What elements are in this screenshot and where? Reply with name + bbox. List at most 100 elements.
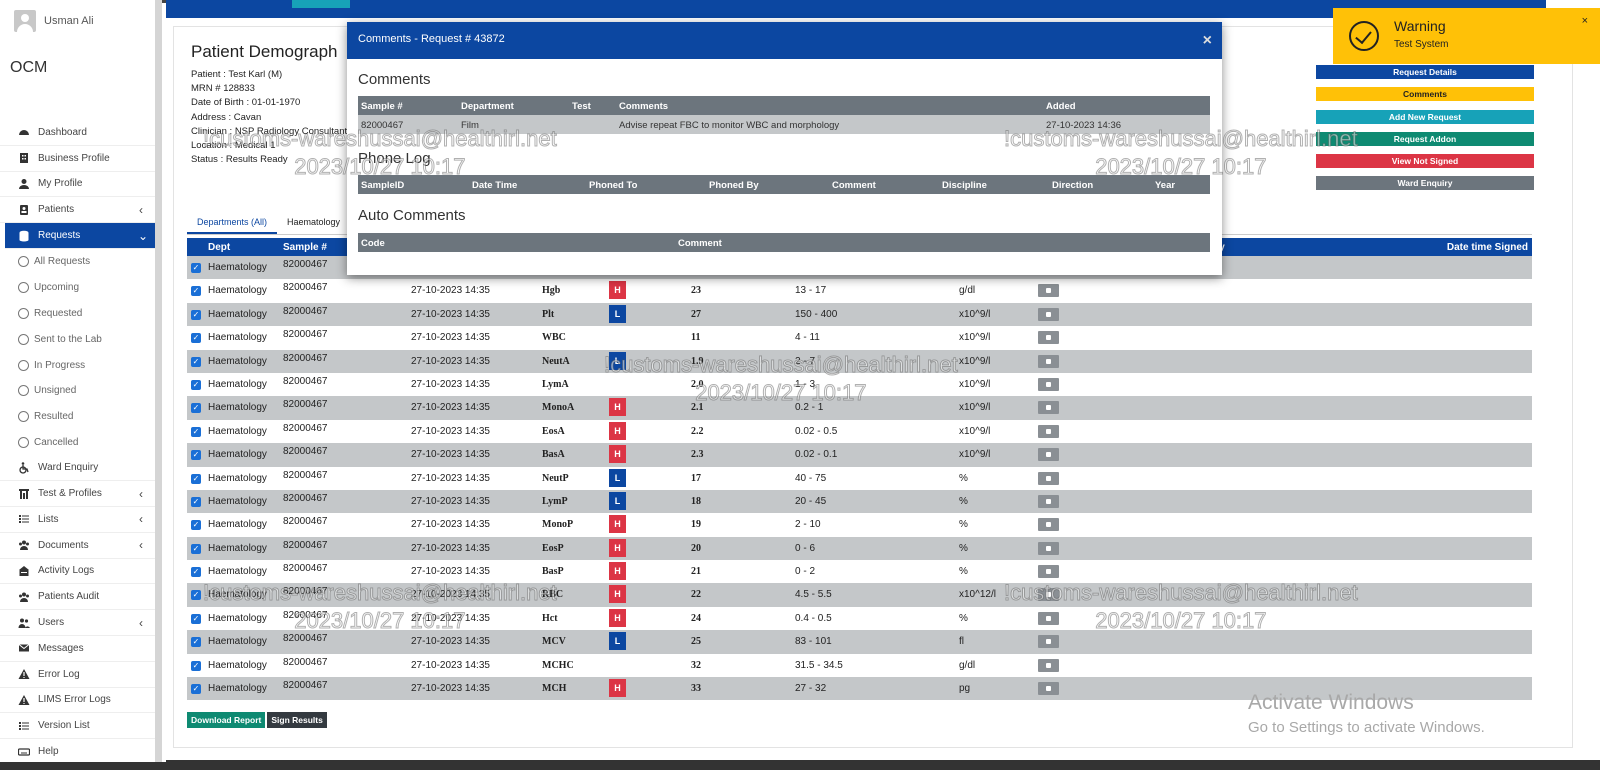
lock-icon[interactable] (1038, 377, 1059, 391)
table-row[interactable]: ✓ Haematology 82000467 27-10-2023 14:35 Mono… (187, 396, 1532, 420)
sidebar-item-lists[interactable]: Lists ‹ (0, 507, 155, 533)
sidebar-item-my-profile[interactable]: My Profile (0, 172, 155, 198)
tab-haematology[interactable]: Haematology (277, 212, 350, 234)
lock-icon[interactable] (1038, 635, 1059, 649)
row-checkbox[interactable]: ✓ (191, 309, 201, 320)
row-checkbox[interactable]: ✓ (191, 263, 201, 273)
lock-icon[interactable] (1038, 424, 1059, 438)
lock-icon[interactable] (1038, 682, 1059, 696)
table-row[interactable]: ✓ Haematology 82000467 27-10-2023 14:35 Hgb 2… (187, 279, 1532, 302)
cell-date: 27-10-2023 14:35 (411, 612, 490, 624)
sidebar-item-unsigned[interactable]: Unsigned (0, 378, 155, 404)
lock-icon[interactable] (1038, 588, 1059, 602)
table-row[interactable]: ✓ Haematology 82000467 27-10-2023 14:35 MCV 2… (187, 630, 1532, 654)
lock-icon[interactable] (1038, 331, 1059, 345)
sidebar-item-upcoming[interactable]: Upcoming (0, 275, 155, 301)
lock-icon[interactable] (1038, 541, 1059, 555)
lock-icon[interactable] (1038, 565, 1059, 579)
sidebar-item-patients-audit[interactable]: Patients Audit (0, 584, 155, 611)
toast-close-icon[interactable]: × (1582, 15, 1588, 27)
sidebar-item-requests[interactable]: Requests ⌄ (5, 223, 155, 249)
sidebar-item-cancelled[interactable]: Cancelled (0, 430, 155, 456)
table-row[interactable]: ✓ Haematology 82000467 27-10-2023 14:35 MCHC… (187, 654, 1532, 677)
sidebar-item-in-progress[interactable]: In Progress (0, 352, 155, 378)
lock-icon[interactable] (1038, 307, 1059, 321)
sidebar-item-error-log[interactable]: Error Log (0, 662, 155, 688)
table-row[interactable]: ✓ Haematology 82000467 27-10-2023 14:35 Mono… (187, 513, 1532, 536)
sidebar-item-dashboard[interactable]: Dashboard (0, 120, 155, 146)
row-checkbox[interactable]: ✓ (191, 567, 201, 578)
request-addon-button[interactable]: Request Addon (1316, 131, 1534, 146)
table-row[interactable]: ✓ Haematology 82000467 27-10-2023 14:35 EosA… (187, 420, 1532, 443)
lock-icon[interactable] (1038, 494, 1059, 508)
sidebar-item-activity-logs[interactable]: Activity Logs (0, 559, 155, 585)
row-checkbox[interactable]: ✓ (191, 473, 201, 484)
tab-departments-all[interactable]: Departments (All) (187, 212, 278, 234)
table-row[interactable]: ✓ Haematology 82000467 27-10-2023 14:35 RBC 2… (187, 583, 1532, 607)
lock-icon[interactable] (1038, 354, 1059, 368)
table-row[interactable]: ✓ Haematology 82000467 27-10-2023 14:35 Plt 2… (187, 302, 1532, 327)
comments-button[interactable]: Comments (1316, 87, 1534, 102)
row-checkbox[interactable]: ✓ (191, 426, 201, 437)
table-row[interactable]: ✓ Haematology 82000467 27-10-2023 14:35 WBC 1… (187, 326, 1532, 349)
cell-test: WBC (542, 332, 566, 344)
lock-icon[interactable] (1038, 518, 1059, 532)
sidebar-item-all-requests[interactable]: All Requests (0, 249, 155, 275)
table-row[interactable]: ✓ Haematology 82000467 27-10-2023 14:35 Neut… (187, 467, 1532, 490)
high-flag-badge: H (609, 608, 626, 627)
lock-icon[interactable] (1038, 401, 1059, 415)
sidebar-item-resulted[interactable]: Resulted (0, 404, 155, 430)
table-row[interactable]: ✓ Haematology 82000467 27-10-2023 14:35 LymP… (187, 489, 1532, 514)
row-checkbox[interactable]: ✓ (191, 637, 201, 648)
sidebar-item-documents[interactable]: Documents ‹ (0, 533, 155, 559)
table-row[interactable]: ✓ Haematology 82000467 27-10-2023 14:35 BasA… (187, 443, 1532, 467)
table-row[interactable]: ✓ Haematology 82000467 27-10-2023 14:35 BasP… (187, 560, 1532, 583)
lock-icon[interactable] (1038, 471, 1059, 485)
sidebar-item-messages[interactable]: Messages (0, 636, 155, 662)
user-panel[interactable]: Usman Ali (0, 0, 155, 42)
table-row[interactable]: ✓ Haematology 82000467 27-10-2023 14:35 Hct 2… (187, 607, 1532, 630)
lock-icon[interactable] (1038, 658, 1059, 672)
row-checkbox[interactable]: ✓ (191, 684, 201, 695)
add-new-request-button[interactable]: Add New Request (1316, 109, 1534, 124)
sidebar-item-ward-enquiry[interactable]: Ward Enquiry (0, 455, 155, 482)
lock-icon[interactable] (1038, 448, 1059, 462)
row-checkbox[interactable]: ✓ (191, 660, 201, 671)
phone-log-table: SampleID Date Time Phoned To Phoned By Comme… (358, 175, 1210, 194)
row-checkbox[interactable]: ✓ (191, 450, 201, 461)
row-checkbox[interactable]: ✓ (191, 496, 201, 507)
download-report-button[interactable]: Download Report (187, 712, 266, 728)
lock-icon[interactable] (1038, 611, 1059, 625)
close-icon[interactable]: × (1203, 32, 1212, 50)
request-details-button[interactable]: Request Details (1316, 65, 1534, 79)
row-checkbox[interactable]: ✓ (191, 379, 201, 390)
view-not-signed-button[interactable]: View Not Signed (1316, 154, 1534, 169)
row-checkbox[interactable]: ✓ (191, 520, 201, 531)
chevron-icon: ‹ (139, 202, 143, 217)
sidebar-item-sent-to-the-lab[interactable]: Sent to the Lab (0, 326, 155, 352)
row-checkbox[interactable]: ✓ (191, 613, 201, 624)
high-flag-badge: H (609, 538, 626, 557)
row-checkbox[interactable]: ✓ (191, 403, 201, 414)
table-row[interactable]: ✓ Haematology 82000467 27-10-2023 14:35 EosP… (187, 536, 1532, 561)
table-row[interactable]: ✓ Haematology 82000467 27-10-2023 14:35 Neut… (187, 349, 1532, 373)
ward-enquiry-button[interactable]: Ward Enquiry (1316, 176, 1534, 191)
sidebar-item-test-profiles[interactable]: Test & Profiles ‹ (0, 481, 155, 507)
sidebar-item-users[interactable]: Users ‹ (0, 610, 155, 636)
sidebar-item-label: Upcoming (34, 282, 80, 294)
table-row[interactable]: ✓ Haematology 82000467 27-10-2023 14:35 LymA… (187, 373, 1532, 396)
row-checkbox[interactable]: ✓ (191, 356, 201, 367)
row-checkbox[interactable]: ✓ (191, 286, 201, 297)
row-checkbox[interactable]: ✓ (191, 333, 201, 344)
row-checkbox[interactable]: ✓ (191, 590, 201, 601)
row-checkbox[interactable]: ✓ (191, 543, 201, 554)
sidebar-item-patients[interactable]: Patients ‹ (0, 197, 155, 224)
sidebar-item-lims-error-logs[interactable]: LIMS Error Logs (0, 688, 155, 714)
sidebar-item-business-profile[interactable]: Business Profile (0, 146, 155, 172)
cell-date: 27-10-2023 14:35 (411, 355, 490, 367)
sidebar-item-requested[interactable]: Requested (0, 301, 155, 327)
sidebar-item-version-list[interactable]: Version List (0, 713, 155, 740)
high-flag-badge: H (609, 445, 626, 464)
lock-icon[interactable] (1038, 284, 1059, 298)
sign-results-button[interactable]: Sign Results (267, 712, 327, 728)
